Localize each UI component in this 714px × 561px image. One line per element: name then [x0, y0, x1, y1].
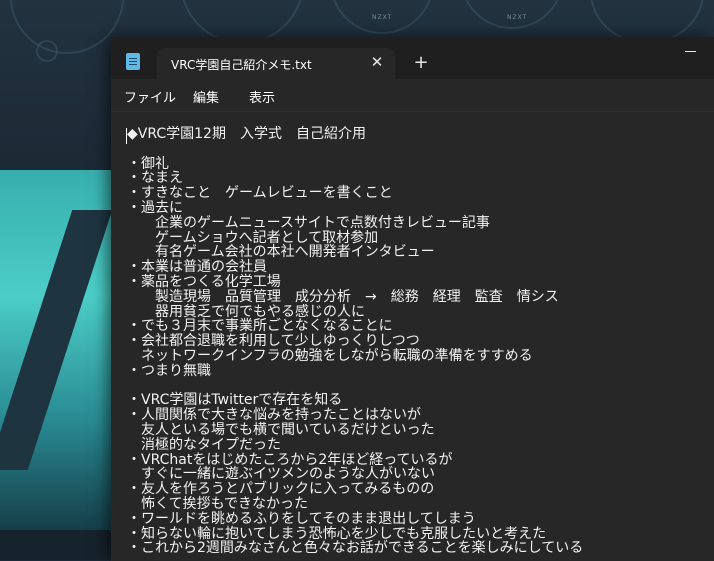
notepad-window: VRC学園自己紹介メモ.txt ✕ + ファイル 編集 表示 ◆VRC学園12期…	[111, 37, 714, 561]
menu-bar: ファイル 編集 表示	[111, 79, 714, 111]
text-line: ・すきなこと ゲームレビューを書くこと	[127, 185, 393, 202]
wallpaper-fan	[36, 40, 58, 62]
text-line: ・会社都合退職を利用して少しゆっくりしつつ	[127, 333, 420, 350]
text-line: 企業のゲームニュースサイトで点数付きレビュー記事	[127, 214, 490, 231]
text-line: ゲームショウへ記者として取材参加	[127, 229, 379, 246]
text-line: ・VRC学園はTwitterで存在を知る	[127, 392, 343, 409]
minimize-button[interactable]	[682, 45, 708, 59]
wallpaper-fan-label: NZXT	[507, 14, 528, 21]
text-line: ・友人を作ろうとパブリックに入ってみるものの	[127, 481, 435, 498]
close-icon[interactable]: ✕	[369, 54, 385, 70]
text-line: ネットワークインフラの勉強をしながら転職の準備をすすめる	[127, 347, 533, 364]
tab-title: VRC学園自己紹介メモ.txt	[171, 58, 312, 72]
menu-edit[interactable]: 編集	[193, 87, 219, 106]
wallpaper-logo-shape	[0, 170, 120, 530]
text-line: ・なまえ	[127, 170, 183, 187]
wallpaper-fan-label: NZXT	[372, 14, 393, 21]
text-line: ・でも３月末で事業所ごとなくなることに	[127, 318, 393, 335]
text-line	[127, 142, 583, 157]
editor-text: ◆VRC学園12期 入学式 自己紹介用 ・御礼 ・なまえ ・すきなこと ゲームレ…	[127, 127, 583, 556]
text-line: ・これから2週間みなさんと色々なお話ができることを楽しみにしている	[127, 540, 584, 557]
text-line: ・VRChatをはじめたころから2年ほど経っているが	[127, 451, 453, 468]
title-bar[interactable]: VRC学園自己紹介メモ.txt ✕ +	[111, 37, 714, 79]
menu-view[interactable]: 表示	[249, 87, 275, 106]
text-line: 消極的なタイプだった	[127, 436, 281, 453]
text-line: ・ワールドを眺めるふりをしてそのまま退出してしまう	[127, 510, 476, 527]
text-line: 器用貧乏で何でもやる感じの人に	[127, 303, 365, 320]
text-line: ・薬品をつくる化学工場	[127, 273, 281, 290]
text-line: ・人間関係で大きな悩みを持ったことはないが	[127, 407, 421, 424]
wallpaper-fan	[10, 0, 124, 54]
text-editor[interactable]: ◆VRC学園12期 入学式 自己紹介用 ・御礼 ・なまえ ・すきなこと ゲームレ…	[111, 111, 714, 561]
text-line: すぐに一緒に遊ぶイツメンのような人がいない	[127, 466, 435, 483]
text-line: ◆VRC学園12期 入学式 自己紹介用	[127, 126, 366, 142]
menu-file[interactable]: ファイル	[124, 87, 176, 106]
text-line: 有名ゲーム会社の本社へ開発者インタビュー	[127, 244, 435, 261]
new-tab-button[interactable]: +	[411, 53, 431, 73]
tab-document[interactable]: VRC学園自己紹介メモ.txt ✕	[157, 48, 395, 79]
text-line: 製造現場 品質管理 成分分析 → 総務 経理 監査 情シス	[127, 288, 559, 305]
text-line: ・つまり無職	[127, 362, 211, 379]
text-line: 友人といる場でも横で聞いているだけといった	[127, 421, 435, 438]
notepad-app-icon	[126, 53, 140, 70]
text-line: 怖くて挨拶もできなかった	[127, 495, 309, 512]
text-line: ・過去に	[127, 199, 183, 216]
text-line: ・本業は普通の会社員	[127, 259, 267, 276]
text-line: ・御礼	[127, 155, 169, 172]
